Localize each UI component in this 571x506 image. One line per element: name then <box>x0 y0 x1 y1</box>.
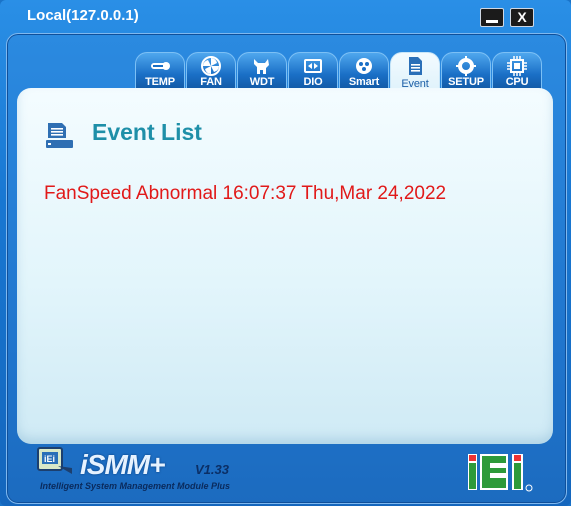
tab-fan[interactable]: FAN <box>186 52 236 89</box>
thermometer-icon <box>151 62 170 70</box>
tab-label: DIO <box>303 76 323 88</box>
tab-setup[interactable]: SETUP <box>441 52 491 89</box>
tab-cpu[interactable]: CPU <box>492 52 542 89</box>
cpu-icon <box>507 56 527 76</box>
close-button[interactable]: X <box>510 8 534 27</box>
version-label: V1.33 <box>195 462 229 477</box>
tab-temp[interactable]: TEMP <box>135 52 185 89</box>
app-window: Local(127.0.0.1) X TEMP FAN WDT DIO Smar… <box>0 0 571 506</box>
tab-label: SETUP <box>448 76 484 88</box>
svg-text:iEi: iEi <box>44 454 55 464</box>
product-logo: iSMM+ <box>80 449 165 480</box>
tab-label: CPU <box>505 76 529 88</box>
tab-label: Smart <box>348 76 380 88</box>
tab-dio[interactable]: DIO <box>288 52 338 89</box>
gear-icon <box>456 56 476 76</box>
tab-label: WDT <box>249 76 275 88</box>
title-bar: Local(127.0.0.1) X <box>0 0 571 32</box>
event-list-icon <box>46 123 73 148</box>
iei-brand-logo <box>468 454 533 492</box>
fan-icon <box>201 56 221 76</box>
tab-wdt[interactable]: WDT <box>237 52 287 89</box>
tab-event[interactable]: Event <box>390 52 440 91</box>
tab-smart[interactable]: Smart <box>339 52 389 89</box>
smart-icon <box>356 58 372 74</box>
watchdog-icon <box>254 59 269 74</box>
tab-label: TEMP <box>145 76 175 88</box>
minimize-button[interactable] <box>480 8 504 27</box>
tab-label: FAN <box>200 76 222 88</box>
panel-title: Event List <box>92 119 202 145</box>
event-icon <box>409 57 422 75</box>
window-title: Local(127.0.0.1) <box>27 7 139 24</box>
tagline: Intelligent System Management Module Plu… <box>40 481 231 491</box>
dio-icon <box>304 59 322 73</box>
event-entry: FanSpeed Abnormal 16:07:37 Thu,Mar 24,20… <box>44 183 447 204</box>
